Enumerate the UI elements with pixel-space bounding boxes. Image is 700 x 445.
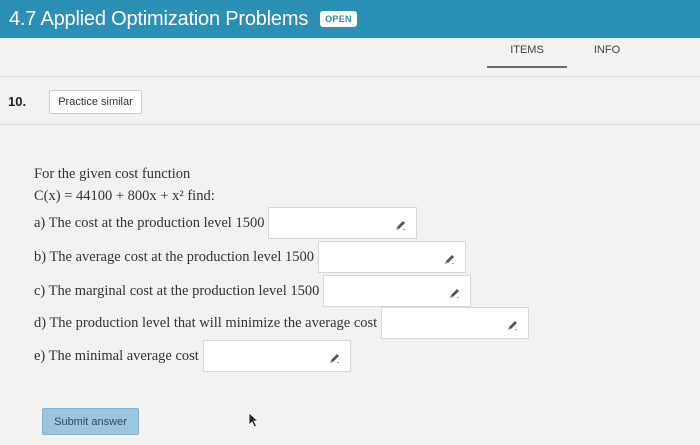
page-title: 4.7 Applied Optimization Problems [9,7,309,30]
part-e-label: e) The minimal average cost [34,347,199,364]
part-e: e) The minimal average cost [34,340,351,372]
pencil-icon[interactable] [443,251,457,265]
part-d-label: d) The production level that will minimi… [34,314,378,331]
app-header: 4.7 Applied Optimization Problems OPEN [0,0,700,38]
tab-items[interactable]: ITEMS [487,44,567,68]
answer-box-e[interactable] [202,340,351,372]
pencil-icon[interactable] [394,217,408,231]
problem-intro: For the given cost function [34,166,191,182]
answer-box-a[interactable] [268,207,418,239]
tab-info[interactable]: INFO [577,44,637,56]
status-badge: OPEN [320,11,357,27]
part-b: b) The average cost at the production le… [34,241,466,273]
pencil-icon[interactable] [448,285,462,299]
pencil-icon[interactable] [506,317,520,331]
part-b-label: b) The average cost at the production le… [34,248,314,265]
divider [0,124,700,125]
part-c-label: c) The marginal cost at the production l… [34,282,320,299]
answer-box-c[interactable] [323,275,472,307]
submit-answer-button[interactable]: Submit answer [42,408,139,435]
answer-box-d[interactable] [381,307,530,339]
question-number: 10. [8,94,27,109]
practice-similar-button[interactable]: Practice similar [49,90,142,114]
pencil-icon[interactable] [328,350,342,364]
divider [0,76,700,77]
cost-function: C(x) = 44100 + 800x + x² find: [34,188,215,204]
part-a: a) The cost at the production level 1500 [34,207,418,239]
answer-box-b[interactable] [317,241,466,273]
mouse-cursor-icon [248,412,260,428]
problem-statement: For the given cost function C(x) = 44100… [34,163,215,207]
part-c: c) The marginal cost at the production l… [34,275,472,307]
part-a-label: a) The cost at the production level 1500 [34,214,265,231]
part-d: d) The production level that will minimi… [34,307,530,339]
